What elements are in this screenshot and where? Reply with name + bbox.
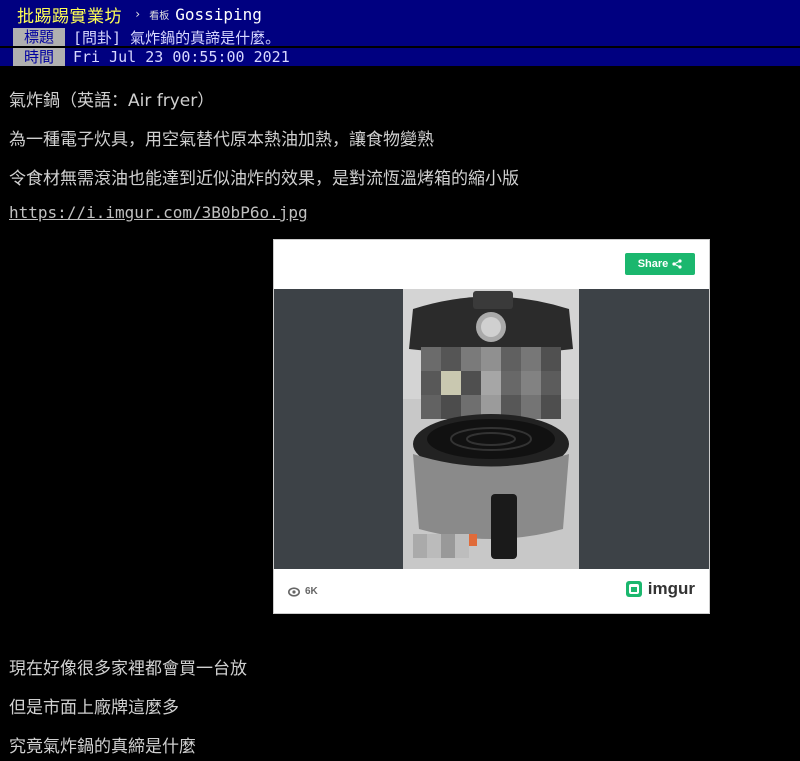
view-count-value: 6K: [305, 586, 318, 597]
imgur-logo-text: imgur: [647, 579, 695, 598]
imgur-logo[interactable]: imgur: [625, 579, 695, 599]
image-link[interactable]: https://i.imgur.com/3B0bP6o.jpg: [9, 203, 308, 222]
imgur-embed: Share 6K imgur: [273, 239, 710, 614]
top-bar: 批踢踢實業坊 › 看板 Gossiping: [0, 0, 800, 28]
content-line-6: 究竟氣炸鍋的真締是什麼: [9, 737, 196, 757]
content-line-3: 令食材無需滾油也能達到近似油炸的效果，是對流恆溫烤箱的縮小版: [9, 169, 519, 189]
view-count: 6K: [288, 586, 318, 597]
content-line-1: 氣炸鍋（英語：Air fryer）: [9, 91, 215, 111]
time-label: 時間: [13, 48, 65, 66]
title-label: 標題: [13, 28, 65, 46]
post-time: Fri Jul 23 00:55:00 2021: [73, 48, 290, 66]
share-button[interactable]: Share: [625, 253, 695, 275]
content-line-4: 現在好像很多家裡都會買一台放: [9, 659, 247, 679]
board-link[interactable]: Gossiping: [175, 5, 262, 24]
share-button-label: Share: [637, 258, 669, 270]
post-title: [問卦] 氣炸鍋的真諦是什麼。: [73, 28, 281, 47]
share-icon: [672, 259, 682, 269]
title-row: 標題 [問卦] 氣炸鍋的真諦是什麼。: [0, 28, 800, 47]
board-prefix: 看板: [149, 10, 170, 22]
air-fryer-photo: [403, 289, 579, 569]
eye-icon: [288, 586, 300, 597]
image-viewport[interactable]: [274, 289, 709, 569]
content-line-2: 為一種電子炊具，用空氣替代原本熱油加熱，讓食物變熟: [9, 130, 434, 150]
imgur-logo-icon: [625, 581, 642, 597]
site-title-link[interactable]: 批踢踢實業坊: [17, 2, 122, 27]
image-link-line: https://i.imgur.com/3B0bP6o.jpg: [9, 203, 308, 223]
time-row: 時間 Fri Jul 23 00:55:00 2021: [0, 48, 800, 66]
breadcrumb-separator: ›: [134, 7, 142, 21]
content-line-5: 但是市面上廠牌這麼多: [9, 698, 179, 718]
